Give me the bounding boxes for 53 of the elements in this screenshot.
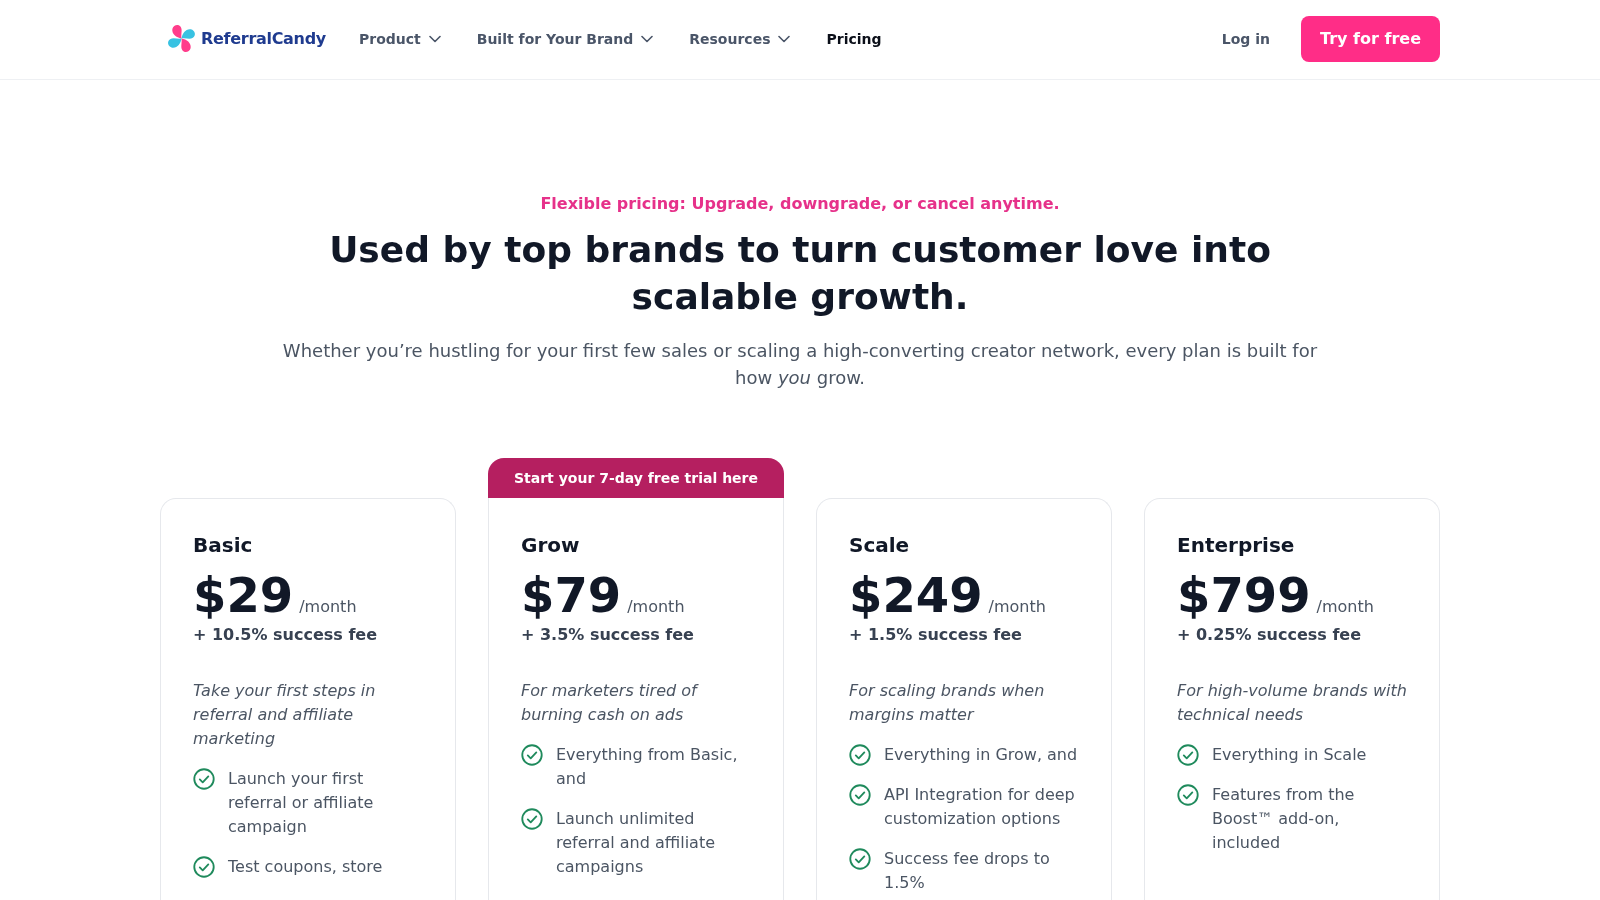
check-circle-icon [193,768,215,790]
feature-text: Launch your first referral or affiliate campaign [228,768,375,838]
check-circle-icon [193,856,215,878]
plan-price: $799 [1177,567,1311,623]
price-period: /month [1316,596,1374,618]
success-fee: + 0.25% success fee [1177,624,1363,646]
chevron-down-icon [641,34,654,43]
hero-subtitle: Whether you’re hustling for your first few sales or scaling a high-converting creator network, every plan is built for how you grow. [281,339,1319,390]
hero-heading: Used by top brands to turn customer love into scalable growth. [328,228,1272,319]
pinwheel-icon [166,23,197,54]
feature-text: Test coupons, store [228,856,383,878]
plan-name: Basic [193,532,254,559]
success-fee: + 1.5% success fee [849,624,1023,646]
feature-text: Everything in Grow, and [884,744,1078,766]
check-circle-icon [849,784,871,806]
plan-description: For scaling brands when margins matter [849,680,1046,726]
check-circle-icon [1177,784,1199,806]
nav-link[interactable]: Resources [689,30,791,47]
plan-name: Grow [521,532,581,559]
plan-price: $29 [193,567,294,623]
price-period: /month [988,596,1046,618]
plan-price: $79 [521,567,622,623]
plan-name: Scale [849,532,911,559]
check-circle-icon [521,808,543,830]
check-circle-icon [849,744,871,766]
price-period: /month [627,596,685,618]
plan-name: Enterprise [1177,532,1296,559]
nav-link[interactable]: Pricing [826,30,882,47]
check-circle-icon [521,744,543,766]
plan-price: $249 [849,567,983,623]
feature-text: API Integration for deep customization options [884,784,1076,830]
chevron-down-icon [428,34,441,43]
feature-text: Success fee drops to 1.5% [884,848,1051,894]
logo-link[interactable]: ReferralCandy [166,23,326,54]
feature-text: Launch unlimited referral and affiliate campaigns [556,808,717,878]
feature-text: Features from the Boost™ add-on, included [1212,784,1356,854]
nav-link[interactable]: Built for Your Brand [476,30,654,47]
check-circle-icon [1177,744,1199,766]
plan-description: For marketers tired of burning cash on ads [521,680,700,726]
chevron-down-icon [778,34,791,43]
nav-link[interactable]: Product [358,30,441,47]
trial-banner: Start your 7-day free trial here [488,458,784,498]
plan-description: Take your first steps in referral and affiliate marketing [193,680,377,750]
price-period: /month [299,596,357,618]
plan-description: For high-volume brands with technical needs [1177,680,1408,726]
feature-text: Everything in Scale [1212,744,1367,766]
try-free-button[interactable]: Try for free [1301,15,1440,62]
feature-text: Everything from Basic, and [556,744,739,790]
success-fee: + 3.5% success fee [521,624,695,646]
success-fee: + 10.5% success fee [193,624,379,646]
login-link[interactable]: Log in [1221,30,1270,47]
check-circle-icon [849,848,871,870]
tagline-text: Flexible pricing: Upgrade, downgrade, or cancel anytime. [540,193,1060,215]
